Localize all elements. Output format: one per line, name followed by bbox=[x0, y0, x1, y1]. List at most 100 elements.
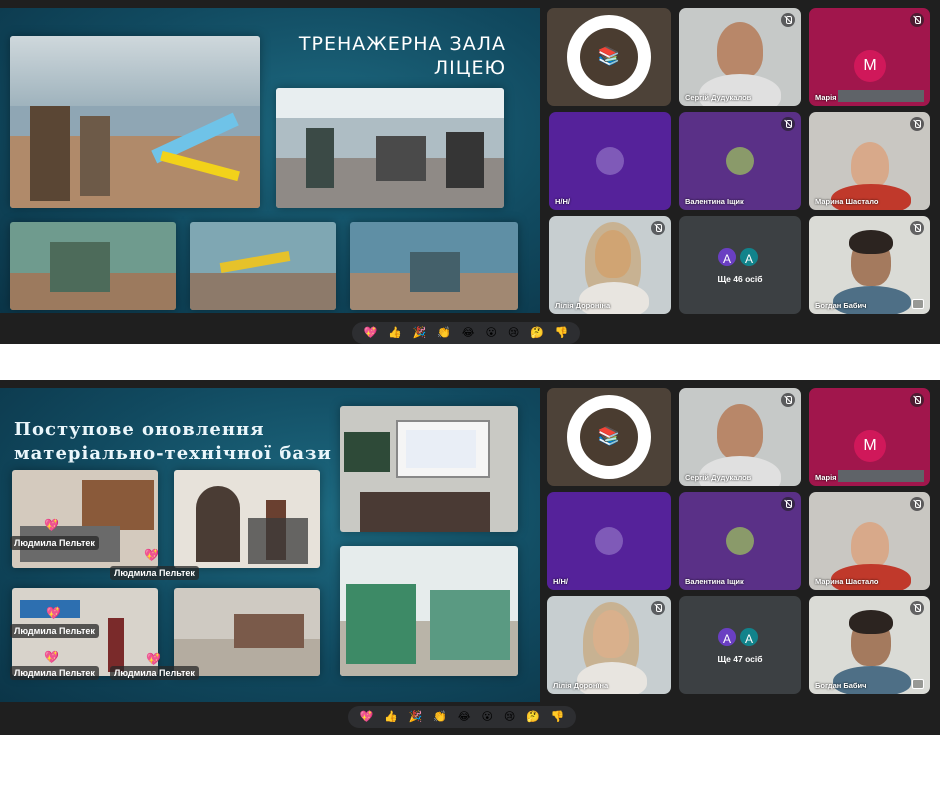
annotation-label: Людмила Пельтек bbox=[10, 624, 99, 638]
slide-photo-classroom bbox=[340, 406, 518, 532]
participant-tile[interactable]: Н/Н/ bbox=[549, 112, 671, 210]
participant-avatar bbox=[726, 527, 754, 555]
more-participants-count: Ще 47 осіб bbox=[717, 654, 763, 664]
reaction-thumbs-up[interactable]: 👍 bbox=[388, 322, 402, 344]
participant-tile-school-logo[interactable]: 📚 bbox=[547, 8, 671, 106]
name-redaction bbox=[838, 470, 924, 482]
reaction-surprised[interactable]: 😮 bbox=[481, 706, 492, 728]
participant-avatar: A bbox=[738, 246, 760, 268]
reaction-surprised[interactable]: 😮 bbox=[485, 322, 496, 344]
mic-off-icon bbox=[910, 13, 924, 27]
reaction-thumbs-down[interactable]: 👎 bbox=[551, 706, 565, 728]
participant-avatar: A bbox=[738, 626, 760, 648]
participant-tile[interactable]: Марина Шастало bbox=[809, 492, 930, 590]
mic-off-icon bbox=[781, 497, 795, 511]
slide-title: ТРЕНАЖЕРНА ЗАЛА ЛІЦЕЮ bbox=[298, 33, 506, 79]
reaction-laugh[interactable]: 😂 bbox=[462, 322, 475, 344]
annotation-label: Людмила Пельтек bbox=[110, 666, 199, 680]
meeting-screenshot-1: ТРЕНАЖЕРНА ЗАЛА ЛІЦЕЮ 📚 Сергій Дудукалов… bbox=[0, 0, 940, 344]
participant-tile[interactable]: Сергій Дудукалов bbox=[679, 8, 801, 106]
reaction-sad[interactable]: 😢 bbox=[508, 322, 519, 344]
reaction-clap[interactable]: 👏 bbox=[433, 706, 447, 728]
participant-avatar: M bbox=[854, 430, 886, 462]
school-logo: 📚 bbox=[567, 15, 651, 99]
reaction-heart[interactable]: 💖 bbox=[363, 322, 377, 344]
participant-tile[interactable]: Богдан Бабич bbox=[809, 216, 930, 314]
slide-photo-workshop bbox=[340, 546, 518, 676]
participant-name: Валентина Іщик bbox=[685, 577, 744, 586]
participant-name: Н/Н/ bbox=[555, 197, 570, 206]
reactions-bar: 💖 👍 🎉 👏 😂 😮 😢 🤔 👎 bbox=[348, 706, 576, 728]
participant-name: Сергій Дудукалов bbox=[685, 93, 752, 102]
slide-photo-gym-small-3 bbox=[350, 222, 518, 310]
participant-tile[interactable]: M Марія bbox=[809, 8, 930, 106]
school-logo: 📚 bbox=[567, 395, 651, 479]
presentation-slide-gym: ТРЕНАЖЕРНА ЗАЛА ЛІЦЕЮ bbox=[0, 8, 540, 313]
heart-reaction-icon: 💖 bbox=[44, 650, 59, 664]
reaction-heart[interactable]: 💖 bbox=[359, 706, 373, 728]
participant-tile[interactable]: Богдан Бабич bbox=[809, 596, 930, 694]
participant-avatar: A bbox=[716, 626, 738, 648]
more-participants-count: Ще 46 осіб bbox=[717, 274, 763, 284]
participant-name: Сергій Дудукалов bbox=[685, 473, 752, 482]
participant-name: Марія bbox=[815, 93, 837, 102]
heart-reaction-icon: 💖 bbox=[46, 606, 61, 620]
mic-off-icon bbox=[781, 393, 795, 407]
reaction-party[interactable]: 🎉 bbox=[413, 322, 427, 344]
participant-avatar bbox=[596, 147, 624, 175]
participant-tile[interactable]: Валентина Іщик bbox=[679, 112, 801, 210]
participant-tile[interactable]: Лілія Доронїна bbox=[547, 596, 671, 694]
mic-off-icon bbox=[651, 221, 665, 235]
mic-off-icon bbox=[781, 13, 795, 27]
reaction-thinking[interactable]: 🤔 bbox=[526, 706, 540, 728]
presentation-slide-renovation: Поступове оновлення матеріально-технічно… bbox=[0, 388, 540, 702]
participant-tile-school-logo[interactable]: 📚 bbox=[547, 388, 671, 486]
annotation-label: Людмила Пельтек bbox=[10, 536, 99, 550]
participant-name: Валентина Іщик bbox=[685, 197, 744, 206]
slide-photo-lobby bbox=[174, 588, 320, 676]
participant-tile[interactable]: Н/Н/ bbox=[547, 492, 671, 590]
reaction-thumbs-down[interactable]: 👎 bbox=[555, 322, 569, 344]
participant-name: Богдан Бабич bbox=[815, 301, 867, 310]
participant-tile[interactable]: Марина Шастало bbox=[809, 112, 930, 210]
participant-tile[interactable]: M Марія bbox=[809, 388, 930, 486]
mic-off-icon bbox=[651, 601, 665, 615]
participant-avatar: M bbox=[854, 50, 886, 82]
slide-photo-gym-main bbox=[10, 36, 260, 208]
participant-name: Марина Шастало bbox=[815, 577, 879, 586]
more-participants-tile[interactable]: A A Ще 46 осіб bbox=[679, 216, 801, 314]
mic-off-icon bbox=[910, 393, 924, 407]
reaction-thinking[interactable]: 🤔 bbox=[530, 322, 544, 344]
camera-flip-icon[interactable] bbox=[912, 679, 924, 689]
participant-avatar bbox=[595, 527, 623, 555]
participant-tile[interactable]: Валентина Іщик bbox=[679, 492, 801, 590]
participant-name: Марина Шастало bbox=[815, 197, 879, 206]
reaction-laugh[interactable]: 😂 bbox=[458, 706, 471, 728]
annotation-label: Людмила Пельтек bbox=[110, 566, 199, 580]
slide-title: Поступове оновлення матеріально-технічно… bbox=[14, 419, 332, 464]
heart-reaction-icon: 💖 bbox=[146, 652, 161, 666]
participant-avatar: A bbox=[716, 246, 738, 268]
slide-photo-lab bbox=[12, 470, 158, 568]
slide-photo-gym-small-2 bbox=[190, 222, 336, 310]
mic-off-icon bbox=[781, 117, 795, 131]
annotation-label: Людмила Пельтек bbox=[10, 666, 99, 680]
reaction-thumbs-up[interactable]: 👍 bbox=[384, 706, 398, 728]
reaction-sad[interactable]: 😢 bbox=[504, 706, 515, 728]
participant-name: Н/Н/ bbox=[553, 577, 568, 586]
camera-flip-icon[interactable] bbox=[912, 299, 924, 309]
participant-name: Марія bbox=[815, 473, 837, 482]
heart-reaction-icon: 💖 bbox=[144, 548, 159, 562]
participant-name: Лілія Дороніна bbox=[555, 301, 611, 310]
participant-avatar bbox=[726, 147, 754, 175]
reaction-clap[interactable]: 👏 bbox=[437, 322, 451, 344]
meeting-screenshot-2: Поступове оновлення матеріально-технічно… bbox=[0, 380, 940, 735]
reactions-bar: 💖 👍 🎉 👏 😂 😮 😢 🤔 👎 bbox=[352, 322, 580, 344]
participant-tile[interactable]: Сергій Дудукалов bbox=[679, 388, 801, 486]
mic-off-icon bbox=[910, 117, 924, 131]
participant-tile[interactable]: Лілія Дороніна bbox=[549, 216, 671, 314]
reaction-party[interactable]: 🎉 bbox=[409, 706, 423, 728]
more-participants-tile[interactable]: A A Ще 47 осіб bbox=[679, 596, 801, 694]
book-icon: 📚 bbox=[597, 46, 621, 66]
book-icon: 📚 bbox=[597, 426, 621, 446]
